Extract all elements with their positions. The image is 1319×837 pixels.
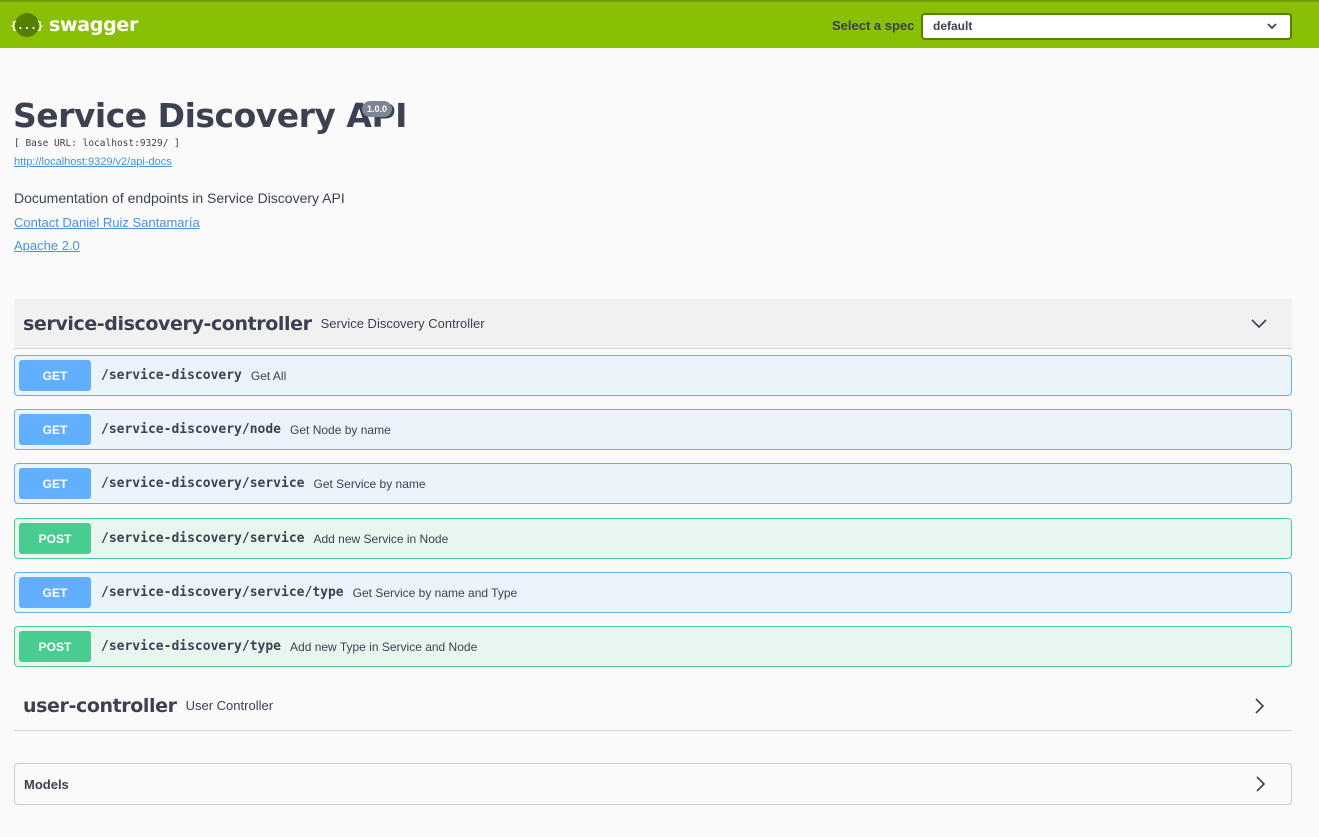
method-badge: GET xyxy=(19,360,91,391)
api-title: Service Discovery API xyxy=(13,96,407,135)
swagger-logo-icon: {...} xyxy=(10,13,44,37)
chevron-down-icon[interactable] xyxy=(1250,315,1268,333)
method-badge: POST xyxy=(19,631,91,662)
chevron-right-icon[interactable] xyxy=(1251,775,1269,793)
api-description: Documentation of endpoints in Service Di… xyxy=(14,190,345,206)
version-badge: 1.0.0 xyxy=(362,101,393,117)
chevron-right-icon[interactable] xyxy=(1250,697,1268,715)
swagger-logo-text: swagger xyxy=(49,14,139,36)
swagger-logo[interactable]: {...} swagger xyxy=(10,13,139,37)
operation-summary: Get Service by name and Type xyxy=(352,585,518,600)
tag-name: service-discovery-controller xyxy=(23,312,312,335)
tag-name: user-controller xyxy=(23,694,177,717)
base-url: [ Base URL: localhost:9329/ ] xyxy=(14,138,180,149)
spec-select-label: Select a spec xyxy=(832,18,915,33)
operation-get-service-discovery[interactable]: GET /service-discovery Get All xyxy=(14,355,1292,396)
operation-path: /service-discovery/node xyxy=(101,422,282,437)
method-badge: POST xyxy=(19,523,91,554)
operation-post-service[interactable]: POST /service-discovery/service Add new … xyxy=(14,518,1292,559)
spec-select-value: default xyxy=(933,19,973,33)
api-docs-link[interactable]: http://localhost:9329/v2/api-docs xyxy=(14,156,172,168)
method-badge: GET xyxy=(19,468,91,499)
top-bar: {...} swagger Select a spec default xyxy=(0,0,1319,48)
operation-get-node[interactable]: GET /service-discovery/node Get Node by … xyxy=(14,409,1292,450)
operation-summary: Get All xyxy=(250,368,287,383)
operation-path: /service-discovery xyxy=(101,368,242,383)
tag-description: User Controller xyxy=(185,698,274,713)
operation-path: /service-discovery/type xyxy=(101,639,282,654)
operation-post-type[interactable]: POST /service-discovery/type Add new Typ… xyxy=(14,626,1292,667)
contact-link[interactable]: Contact Daniel Ruiz Santamaría xyxy=(14,215,200,230)
operation-summary: Add new Type in Service and Node xyxy=(290,639,478,654)
models-label: Models xyxy=(24,776,69,792)
operation-summary: Get Node by name xyxy=(290,422,391,437)
operation-path: /service-discovery/service/type xyxy=(101,585,344,600)
license-link[interactable]: Apache 2.0 xyxy=(14,238,80,253)
operation-summary: Add new Service in Node xyxy=(313,531,449,546)
tag-service-discovery-controller[interactable]: service-discovery-controller Service Dis… xyxy=(14,299,1292,349)
operation-path: /service-discovery/service xyxy=(101,531,305,546)
operation-get-service-type[interactable]: GET /service-discovery/service/type Get … xyxy=(14,572,1292,613)
tag-description: Service Discovery Controller xyxy=(320,316,485,331)
chevron-down-icon xyxy=(1267,23,1277,30)
operation-get-service[interactable]: GET /service-discovery/service Get Servi… xyxy=(14,463,1292,504)
models-section[interactable]: Models xyxy=(14,763,1292,805)
operation-summary: Get Service by name xyxy=(313,476,426,491)
operation-path: /service-discovery/service xyxy=(101,476,305,491)
method-badge: GET xyxy=(19,414,91,445)
method-badge: GET xyxy=(19,577,91,608)
spec-select[interactable]: default xyxy=(921,13,1292,40)
tag-user-controller[interactable]: user-controller User Controller xyxy=(14,681,1292,731)
